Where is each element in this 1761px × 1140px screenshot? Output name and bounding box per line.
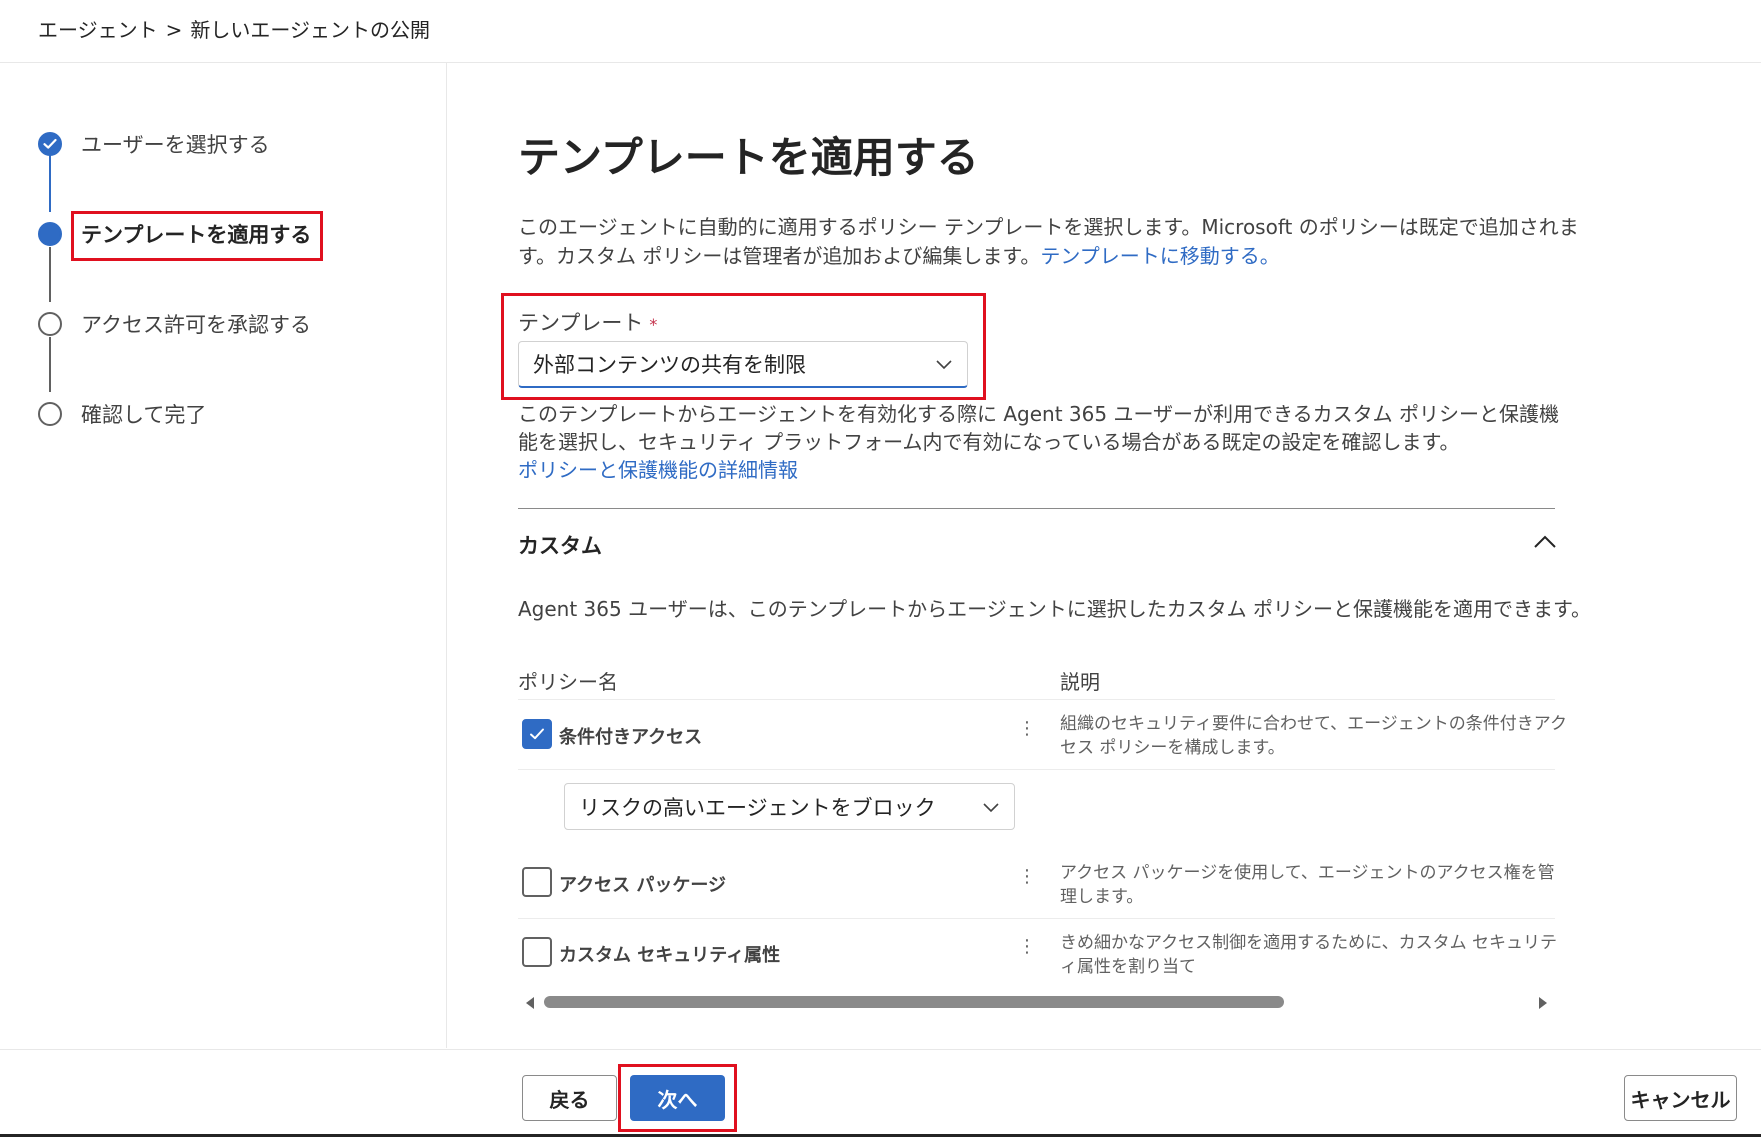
column-header-policy-name: ポリシー名: [518, 670, 618, 694]
more-options-icon[interactable]: ⋮: [1018, 938, 1036, 956]
conditional-access-select[interactable]: リスクの高いエージェントをブロック: [564, 783, 1015, 830]
back-button[interactable]: 戻る: [522, 1075, 617, 1121]
step-label: ユーザーを選択する: [81, 133, 270, 157]
step-approve-permissions[interactable]: アクセス許可を承認する: [38, 309, 311, 339]
window-bottom-edge: [0, 1134, 1761, 1137]
help-text: このテンプレートからエージェントを有効化する際に Agent 365 ユーザーが…: [518, 402, 1560, 454]
breadcrumb: エージェント > 新しいエージェントの公開: [38, 14, 438, 43]
step-select-users[interactable]: ユーザーを選択する: [38, 129, 270, 159]
header-divider: [0, 62, 1761, 63]
chevron-up-icon[interactable]: [1532, 532, 1558, 552]
policy-checkbox[interactable]: [522, 867, 552, 897]
policy-name: 条件付きアクセス: [559, 727, 703, 748]
page-title: テンプレートを適用する: [518, 133, 979, 182]
highlight-box: [71, 211, 323, 261]
more-options-icon[interactable]: ⋮: [1018, 720, 1036, 738]
column-header-description: 説明: [1060, 670, 1100, 694]
step-connector: [49, 155, 51, 212]
table-divider: [518, 769, 1555, 770]
breadcrumb-separator: >: [165, 18, 183, 42]
custom-section-title[interactable]: カスタム: [518, 530, 602, 560]
highlight-box: [618, 1064, 737, 1132]
breadcrumb-agents-link[interactable]: エージェント: [38, 18, 158, 42]
table-divider: [518, 699, 1555, 700]
breadcrumb-current: 新しいエージェントの公開: [190, 18, 430, 42]
more-options-icon[interactable]: ⋮: [1018, 868, 1036, 886]
horizontal-scrollbar[interactable]: [520, 993, 1553, 1013]
policy-description: 組織のセキュリティ要件に合わせて、エージェントの条件付きアクセス ポリシーを構成…: [1060, 714, 1567, 758]
scroll-left-icon[interactable]: [526, 997, 534, 1009]
policy-description: きめ細かなアクセス制御を適用するために、カスタム セキュリティ属性を割り当て: [1060, 933, 1558, 977]
chevron-down-icon: [983, 802, 999, 812]
template-help-text: このテンプレートからエージェントを有効化する際に Agent 365 ユーザーが…: [518, 400, 1568, 484]
current-step-icon: [38, 222, 62, 246]
check-circle-icon: [38, 132, 62, 156]
step-connector: [49, 247, 51, 302]
page-description: このエージェントに自動的に適用するポリシー テンプレートを選択します。Micro…: [518, 213, 1588, 271]
highlight-box: [501, 293, 986, 400]
table-divider: [518, 918, 1555, 919]
pending-step-icon: [38, 312, 62, 336]
sidebar-divider: [446, 63, 447, 1048]
step-review-finish[interactable]: 確認して完了: [38, 399, 206, 429]
scroll-right-icon[interactable]: [1539, 997, 1547, 1009]
pending-step-icon: [38, 402, 62, 426]
step-label: アクセス許可を承認する: [81, 313, 311, 337]
footer-divider: [0, 1049, 1761, 1050]
policy-name: カスタム セキュリティ属性: [559, 945, 781, 966]
scroll-thumb[interactable]: [544, 996, 1284, 1008]
section-divider: [518, 508, 1555, 509]
cancel-button[interactable]: キャンセル: [1624, 1075, 1737, 1121]
policy-checkbox[interactable]: [522, 937, 552, 967]
step-label: 確認して完了: [81, 403, 207, 427]
template-link[interactable]: テンプレートに移動する。: [1040, 244, 1279, 268]
custom-section-description: Agent 365 ユーザーは、このテンプレートからエージェントに選択したカスタ…: [518, 597, 1592, 621]
policy-name: アクセス パッケージ: [559, 875, 727, 896]
step-connector: [49, 337, 51, 392]
policy-description: アクセス パッケージを使用して、エージェントのアクセス権を管理します。: [1060, 863, 1555, 907]
policy-info-link[interactable]: ポリシーと保護機能の詳細情報: [518, 458, 798, 482]
conditional-access-select-value: リスクの高いエージェントをブロック: [579, 795, 936, 820]
checkmark-icon: [530, 728, 544, 740]
policy-checkbox[interactable]: [522, 719, 552, 749]
